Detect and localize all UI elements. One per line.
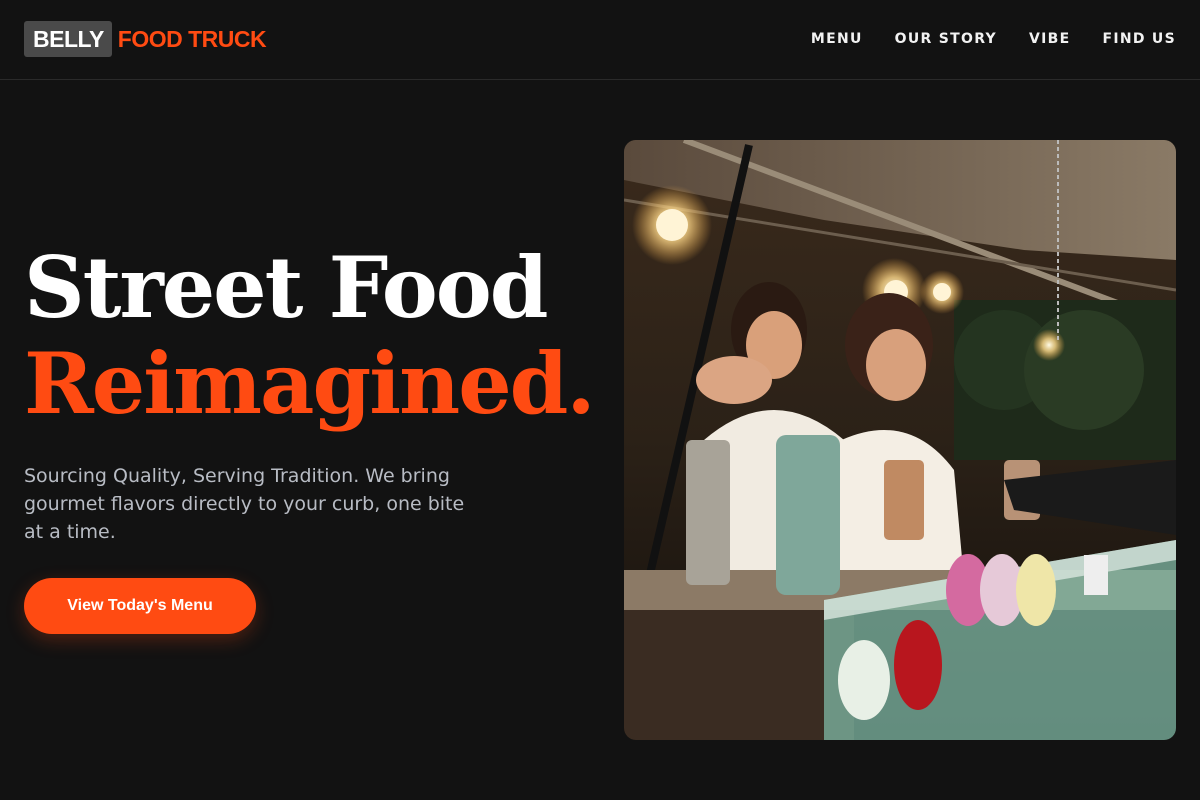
brand-logo-accent: FOOD TRUCK bbox=[117, 26, 267, 52]
hero-subtitle: Sourcing Quality, Serving Tradition. We … bbox=[24, 465, 465, 543]
view-menu-button[interactable]: View Today's Menu bbox=[24, 578, 256, 634]
brand-logo-box: BELLY bbox=[24, 21, 112, 57]
hero-title-line1: Street Food bbox=[24, 238, 548, 337]
nav-link-find-us[interactable]: FIND US bbox=[1102, 29, 1176, 49]
site-header: BELLY FOOD TRUCK MENU OUR STORY VIBE FIN… bbox=[0, 0, 1200, 80]
hero-title: Street Food Reimagined. bbox=[24, 238, 596, 433]
nav-link-our-story[interactable]: OUR STORY bbox=[895, 29, 997, 49]
nav-link-menu[interactable]: MENU bbox=[811, 29, 863, 49]
hero-title-line2: Reimagined. bbox=[24, 334, 596, 433]
nav-link-vibe[interactable]: VIBE bbox=[1029, 29, 1070, 49]
food-truck-photo bbox=[624, 140, 1176, 740]
brand-logo[interactable]: BELLY FOOD TRUCK bbox=[24, 21, 267, 57]
main-nav: MENU OUR STORY VIBE FIND US bbox=[811, 29, 1176, 49]
